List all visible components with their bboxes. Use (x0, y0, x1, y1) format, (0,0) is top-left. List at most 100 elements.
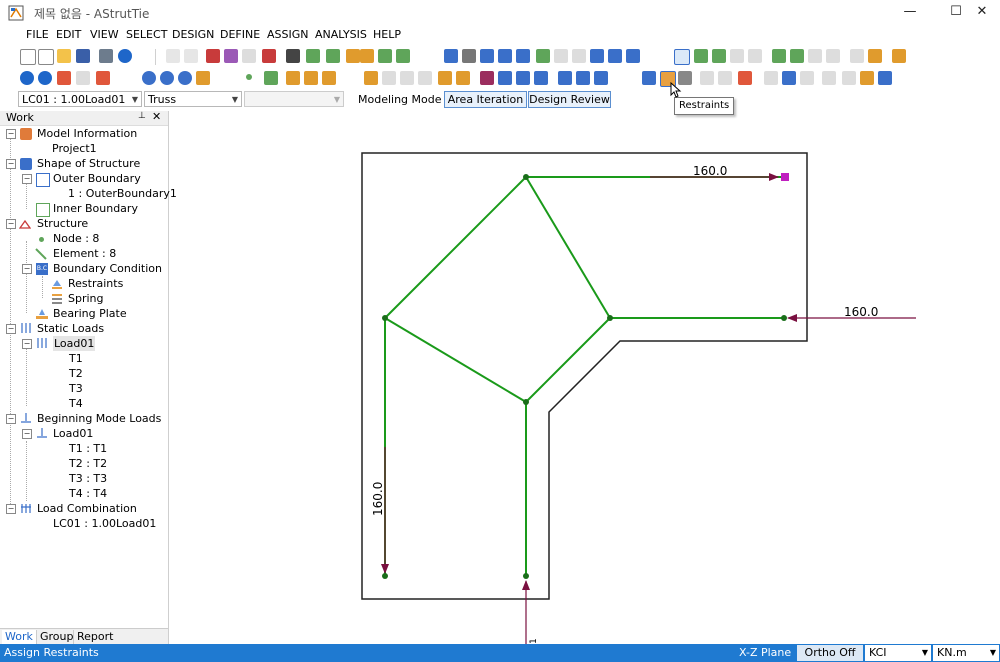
stop-icon[interactable] (38, 71, 52, 85)
tree-load-combination[interactable]: Load Combination (37, 501, 137, 516)
delete-support-icon[interactable] (738, 71, 752, 85)
select-element-icon[interactable] (224, 49, 238, 63)
target-icon[interactable] (57, 71, 71, 85)
tree-boundary-condition[interactable]: Boundary Condition (53, 261, 162, 276)
tab-work[interactable]: Work (2, 630, 36, 644)
zoom-out-icon[interactable] (160, 71, 174, 85)
check-icon[interactable] (396, 49, 410, 63)
expand-toggle[interactable]: − (6, 129, 16, 139)
bearing2-icon[interactable] (718, 71, 732, 85)
area-iteration-button[interactable]: Area Iteration (444, 91, 527, 108)
menu-help[interactable]: HELP (373, 28, 401, 41)
expand-toggle[interactable]: − (22, 429, 32, 439)
modeling-mode-button[interactable]: Modeling Mode (358, 93, 442, 106)
tree-static-t2[interactable]: T2 (69, 366, 83, 381)
tree-load01[interactable]: Load01 (53, 336, 96, 351)
frame2-icon[interactable] (456, 71, 470, 85)
label-icon[interactable] (594, 71, 608, 85)
tree-lc01[interactable]: LC01 : 1.00Load01 (53, 516, 156, 531)
menu-select[interactable]: SELECT (126, 28, 167, 41)
tie-icon[interactable] (346, 49, 360, 63)
tree-project1[interactable]: Project1 (52, 141, 97, 156)
load-edit-icon[interactable] (800, 71, 814, 85)
node[interactable] (382, 315, 388, 321)
cross-icon[interactable] (322, 71, 336, 85)
result-icon[interactable] (536, 49, 550, 63)
support-icon[interactable] (642, 71, 656, 85)
select-area-icon[interactable] (242, 49, 256, 63)
tree-bm-t3[interactable]: T3 : T3 (69, 471, 107, 486)
tree-outer-boundary-1[interactable]: 1 : OuterBoundary1 (68, 186, 177, 201)
truss-member[interactable] (384, 176, 527, 319)
tab-report[interactable]: Report (73, 630, 116, 644)
menu-design[interactable]: DESIGN (172, 28, 214, 41)
tree-element-count[interactable]: Element : 8 (53, 246, 116, 261)
settings-gear-icon[interactable] (462, 49, 476, 63)
menu-file[interactable]: FILE (26, 28, 49, 41)
grid-node-icon[interactable] (286, 71, 300, 85)
select-arrow4-icon[interactable] (748, 49, 762, 63)
polygon2-icon[interactable] (498, 71, 512, 85)
new-file-icon[interactable] (20, 49, 36, 65)
truss-member[interactable] (525, 317, 611, 403)
expand-toggle[interactable]: − (6, 159, 16, 169)
edit-icon[interactable] (850, 49, 864, 63)
report-icon[interactable] (498, 49, 512, 63)
expand-toggle[interactable]: − (6, 324, 16, 334)
select-arrow-icon[interactable] (694, 49, 708, 63)
tree-inner-boundary[interactable]: Inner Boundary (53, 201, 138, 216)
frame-icon[interactable] (438, 71, 452, 85)
tree-spring[interactable]: Spring (68, 291, 104, 306)
tree-restraints[interactable]: Restraints (68, 276, 123, 291)
grid-icon[interactable] (626, 49, 640, 63)
load-multi-icon[interactable] (878, 71, 892, 85)
print-icon[interactable] (99, 49, 113, 63)
load-arrows-icon[interactable] (608, 49, 622, 63)
truss-icon[interactable] (306, 49, 320, 63)
polygon-icon[interactable] (480, 71, 494, 85)
menu-edit[interactable]: EDIT (56, 28, 81, 41)
expand-toggle[interactable]: − (6, 219, 16, 229)
display-icon[interactable] (590, 49, 604, 63)
design-code-select[interactable]: KCI ▼ (865, 645, 931, 661)
tree-structure[interactable]: Structure (37, 216, 88, 231)
load-table-icon[interactable] (782, 71, 796, 85)
bearing-icon[interactable] (700, 71, 714, 85)
analysis-icon[interactable] (444, 49, 458, 63)
close-button[interactable]: ✕ (964, 0, 1000, 26)
select-node-icon[interactable] (206, 49, 220, 63)
select-arrow3-icon[interactable] (730, 49, 744, 63)
ortho-toggle[interactable]: Ortho Off (797, 645, 863, 661)
tree-node-count[interactable]: Node : 8 (53, 231, 99, 246)
truss-member[interactable] (384, 317, 527, 403)
page-settings-icon[interactable] (96, 71, 110, 85)
model-type-select[interactable]: Truss ▼ (144, 91, 242, 107)
polygon4-icon[interactable] (534, 71, 548, 85)
load-point-icon[interactable] (764, 71, 778, 85)
load-delete-icon[interactable] (822, 71, 836, 85)
zoom-in-icon[interactable] (142, 71, 156, 85)
model-canvas[interactable]: 160.0 160.0 160.0 1 (170, 111, 1000, 644)
hatch-icon[interactable] (304, 71, 318, 85)
window-select-icon[interactable] (772, 49, 786, 63)
mesh-icon[interactable] (378, 49, 392, 63)
minimize-button[interactable]: — (892, 0, 928, 26)
load-copy-icon[interactable] (842, 71, 856, 85)
deselect-icon[interactable] (808, 49, 822, 63)
move-icon[interactable] (400, 71, 414, 85)
undo-icon[interactable] (166, 49, 180, 63)
tree-static-t1[interactable]: T1 (69, 351, 83, 366)
page-icon[interactable] (76, 71, 90, 85)
pan-hand-icon[interactable] (196, 71, 210, 85)
design-review-button[interactable]: Design Review (528, 91, 611, 108)
element-icon[interactable] (264, 71, 278, 85)
restraint-marker[interactable] (781, 173, 789, 181)
deselect2-icon[interactable] (826, 49, 840, 63)
load-case-select[interactable]: LC01 : 1.00Load01 ▼ (18, 91, 142, 107)
brush-icon[interactable] (892, 49, 906, 63)
outer-boundary[interactable] (361, 152, 808, 600)
new-file-alt-icon[interactable] (38, 49, 54, 65)
help-icon[interactable] (118, 49, 132, 63)
cross-select-icon[interactable] (790, 49, 804, 63)
node-number-icon[interactable] (558, 71, 572, 85)
